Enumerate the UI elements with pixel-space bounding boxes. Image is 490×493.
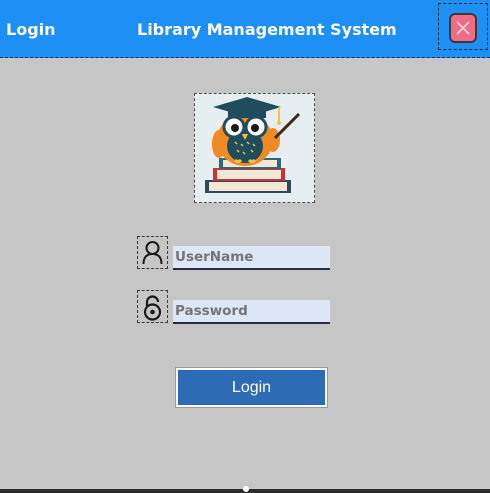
app-title: Library Management System [137,20,397,39]
window-label: Login [6,20,56,39]
resize-handle[interactable] [243,486,249,492]
login-button[interactable]: Login [178,370,325,405]
password-field[interactable] [173,300,330,324]
library-logo [194,93,315,203]
close-icon [456,21,470,35]
close-button[interactable] [449,13,477,43]
title-bar: Login Library Management System [0,0,490,58]
username-field[interactable] [173,246,330,270]
lock-icon [143,295,162,321]
username-icon-frame [137,236,168,269]
user-icon [142,241,163,265]
owl-books-logo-icon [205,97,301,193]
password-icon-frame [137,290,168,323]
login-button-frame: Login [175,367,328,408]
close-button-frame [438,3,488,50]
